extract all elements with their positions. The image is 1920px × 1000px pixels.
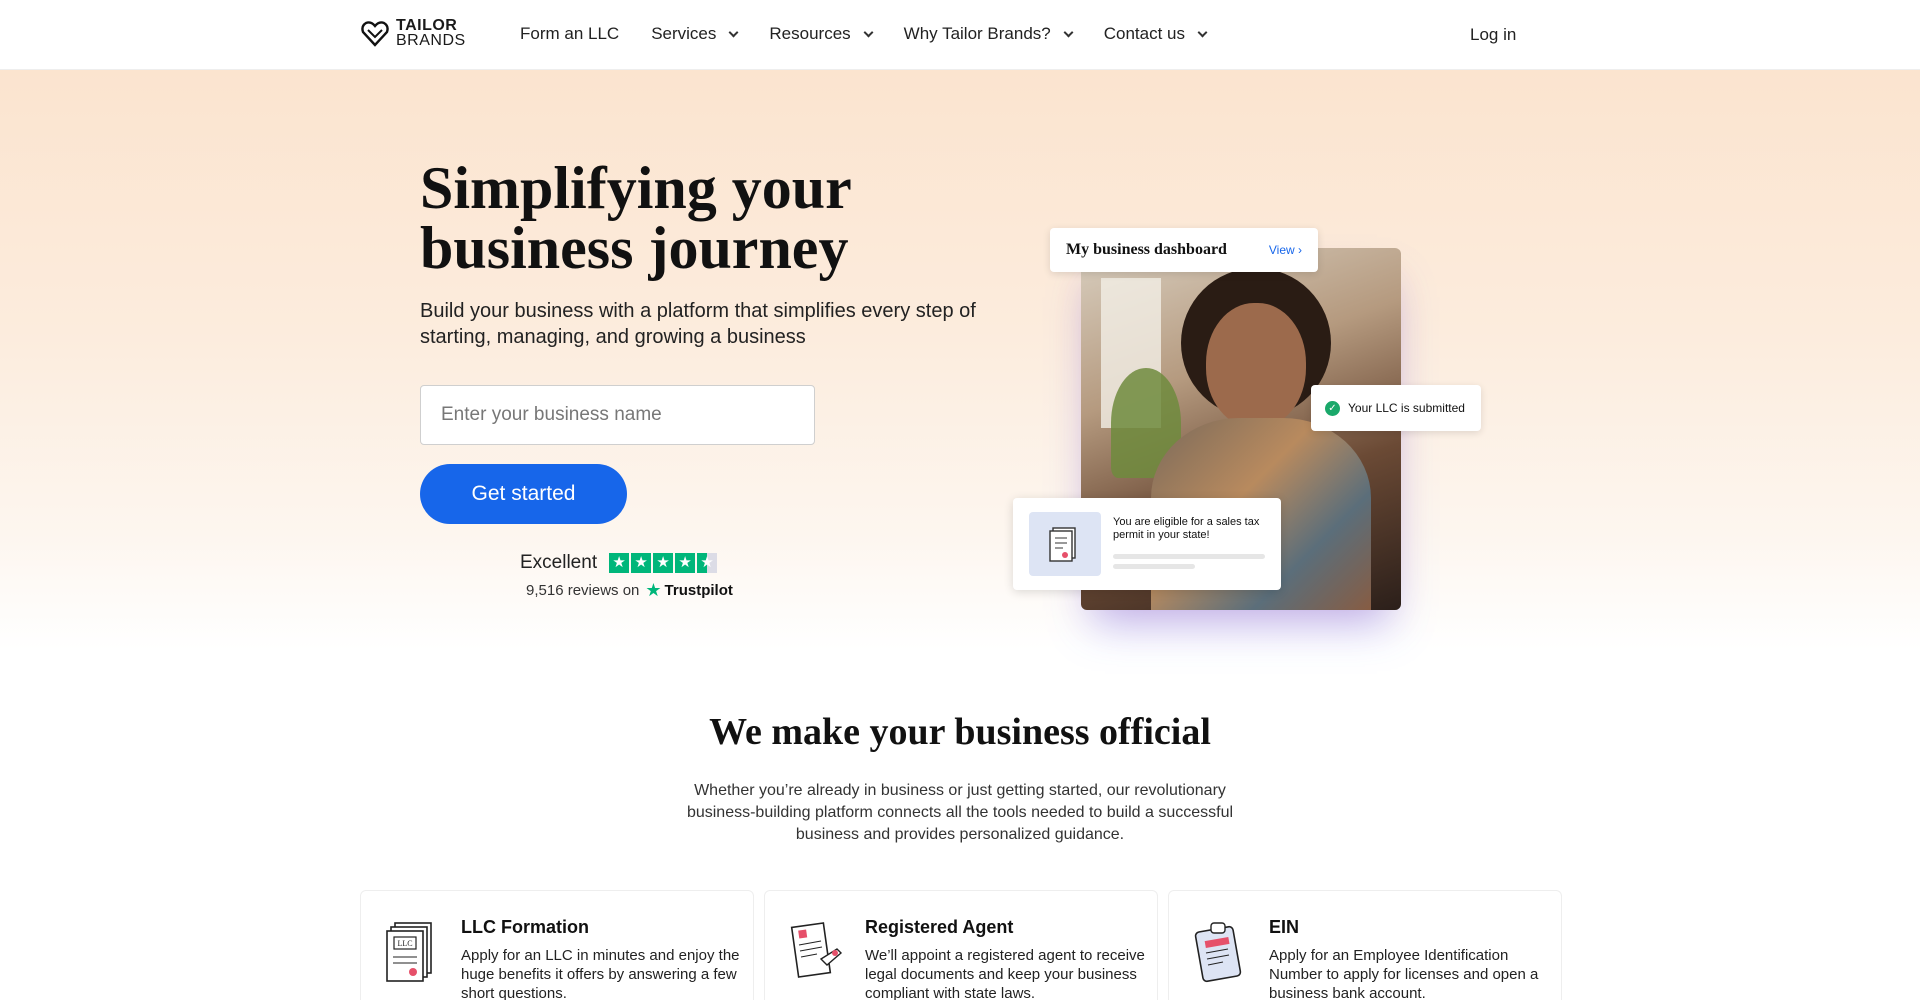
star-icon: ★ [675,553,696,573]
permit-document-icon [1029,512,1101,576]
main-nav: Form an LLC Services Resources Why Tailo… [520,24,1208,44]
section-title: We make your business official [709,711,1211,753]
svg-text:LLC: LLC [397,939,412,948]
card-llc-formation[interactable]: LLC LLC Formation Apply for an LLC in mi… [360,890,754,1000]
card-description: Apply for an Employee Identification Num… [1269,947,1539,1000]
trustpilot-stars: ★ ★ ★ ★ ★ [609,553,718,573]
chevron-down-icon [1197,27,1208,37]
card-title: EIN [1269,917,1300,937]
card-ein[interactable]: EIN Apply for an Employee Identification… [1168,890,1562,1000]
logo-line2: BRANDS [396,32,466,49]
nav-label: Services [651,24,717,43]
card-title: Registered Agent [865,917,1014,937]
hero-section: Simplifying your business journey Build … [0,70,1920,650]
tailor-brands-logo[interactable]: TAILOR BRANDS [360,17,466,49]
permit-text: You are eligible for a sales tax permit … [1113,516,1260,541]
star-icon: ★ [653,553,674,573]
trustpilot-star-icon: ★ [645,580,662,600]
nav-services[interactable]: Services [651,24,739,44]
trustpilot-brand: ★ Trustpilot [645,580,732,601]
business-name-input[interactable] [420,385,815,445]
logo-line1: TAILOR [396,17,458,34]
star-icon: ★ [609,553,630,573]
llc-status-pill: ✓ Your LLC is submitted [1311,385,1481,431]
nav-label: Contact us [1103,24,1186,43]
login-link[interactable]: Log in [1470,25,1516,45]
hero-title: Simplifying your business journey [420,155,851,281]
trustpilot-rating-text: Excellent [520,552,598,573]
section-body: Whether you’re already in business or ju… [686,782,1234,843]
placeholder-line [1113,554,1265,559]
nav-contact-us[interactable]: Contact us [1103,24,1208,44]
chevron-down-icon [1063,27,1074,37]
view-link-label: View [1268,243,1295,257]
dashboard-card-title: My business dashboard [1066,241,1227,258]
trustpilot-widget[interactable]: Excellent ★ ★ ★ ★ ★ 9,516 reviews on ★ T… [520,552,733,601]
chevron-right-icon: › [1298,243,1302,257]
chevron-down-icon [728,27,739,37]
llc-status-text: Your LLC is submitted [1348,401,1465,415]
check-circle-icon: ✓ [1325,400,1340,416]
llc-certificate-icon: LLC [386,922,432,982]
logo-heart-icon [361,21,389,47]
nav-label: Resources [769,24,851,43]
card-description: We’ll appoint a registered agent to rece… [865,947,1145,1000]
registered-agent-document-icon [790,922,843,978]
trustpilot-brand-name: Trustpilot [664,582,733,599]
chevron-down-icon [863,27,874,37]
nav-label: Form an LLC [520,24,620,43]
ein-clipboard-icon [1194,922,1242,983]
sales-tax-permit-card: You are eligible for a sales tax permit … [1013,498,1281,590]
card-title: LLC Formation [461,917,589,937]
star-icon: ★ [631,553,652,573]
placeholder-line [1113,564,1195,569]
hero-subtitle: Build your business with a platform that… [420,300,976,348]
nav-form-llc[interactable]: Form an LLC [520,24,619,44]
get-started-button[interactable]: Get started [420,464,627,524]
card-registered-agent[interactable]: Registered Agent We’ll appoint a registe… [764,890,1158,1000]
service-cards: LLC LLC Formation Apply for an LLC in mi… [360,890,1562,1000]
nav-label: Why Tailor Brands? [903,24,1051,43]
business-dashboard-card: My business dashboard View › [1050,228,1318,272]
half-star-icon: ★ [697,553,718,573]
trustpilot-reviews-count: 9,516 reviews on [526,582,640,599]
site-header: TAILOR BRANDS Form an LLC Services Resou… [0,0,1920,70]
nav-why-tailor-brands[interactable]: Why Tailor Brands? [903,24,1074,44]
nav-resources[interactable]: Resources [769,24,874,44]
dashboard-view-link[interactable]: View › [1269,243,1302,257]
card-description: Apply for an LLC in minutes and enjoy th… [461,947,740,1000]
